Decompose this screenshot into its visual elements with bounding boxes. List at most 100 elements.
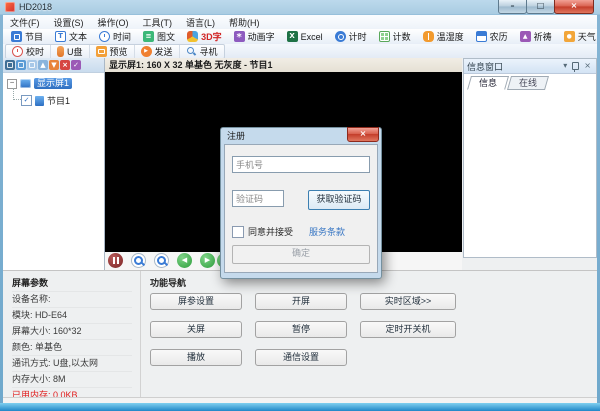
toolbar-item-excel[interactable]: Excel [281, 30, 329, 43]
screen-tree-panel: ▲ ▼ × ✓ − 显示屏1 ✓ 节目1 [3, 58, 105, 270]
collapse-icon[interactable]: − [7, 78, 17, 89]
next-button[interactable]: ▶ [200, 253, 215, 268]
toolbar-item-usb[interactable]: U盘 [51, 44, 90, 58]
calendar-icon [475, 31, 487, 42]
screen-off-button[interactable]: 关屏 [150, 321, 242, 338]
clock-icon [99, 31, 111, 42]
register-dialog-title: 注册 [227, 131, 246, 141]
secondary-toolbar-group: 校时 U盘 预览 发送 寻机 [5, 43, 225, 59]
move-up-icon[interactable]: ▲ [38, 60, 48, 70]
delete-icon[interactable]: × [60, 60, 70, 70]
add-screen-icon[interactable] [5, 60, 15, 70]
ok-button[interactable]: 确定 [232, 245, 370, 264]
phone-number-input[interactable] [232, 156, 370, 173]
scheduled-onoff-button[interactable]: 定时开关机 [360, 321, 456, 338]
screen-settings-button[interactable]: 屏参设置 [150, 293, 242, 310]
menu-operate[interactable]: 操作(O) [91, 16, 136, 29]
graphic-text-icon [143, 31, 155, 42]
zoom-in-button[interactable] [131, 253, 146, 268]
counter-grid-icon [378, 31, 390, 42]
toolbar-item-preview[interactable]: 预览 [90, 44, 135, 58]
toolbar-item-program[interactable]: 节目 [5, 30, 49, 43]
app-logo-icon [5, 2, 15, 12]
close-button[interactable]: × [554, 0, 594, 14]
param-screen-size: 屏幕大小: 160*32 [12, 324, 132, 340]
pause-nav-button[interactable]: 暂停 [255, 321, 347, 338]
animated-text-icon [233, 31, 245, 42]
comm-settings-button[interactable]: 通信设置 [255, 349, 347, 366]
function-nav-grid: 屏参设置 开屏 实时区域>> 关屏 暂停 定时开关机 播放 通信设置 [150, 293, 597, 366]
get-code-button[interactable]: 获取验证码 [308, 190, 370, 210]
info-window-panel: 信息窗口 ▾ × 信息 在线 [463, 58, 597, 270]
copy-icon[interactable] [16, 60, 26, 70]
param-memory-size: 内存大小: 8M [12, 372, 132, 388]
toolbar-item-lunar[interactable]: 农历 [470, 30, 514, 43]
toolbar-item-temperature[interactable]: 温湿度 [417, 30, 470, 43]
weather-icon [563, 31, 575, 42]
toolbar-item-graphictext[interactable]: 图文 [137, 30, 181, 43]
program-doc-icon [35, 95, 44, 106]
info-close-icon[interactable]: × [582, 60, 593, 72]
toolbar-item-animtext[interactable]: 动画字 [228, 30, 281, 43]
zoom-out-button[interactable] [154, 253, 169, 268]
send-arrow-icon [140, 45, 152, 57]
toolbar-item-counter[interactable]: 计数 [373, 30, 417, 43]
dialog-close-button[interactable]: × [347, 127, 379, 142]
secondary-toolbar: 校时 U盘 预览 发送 寻机 [3, 43, 597, 59]
program-label: 节目1 [47, 96, 71, 106]
move-down-icon[interactable]: ▼ [49, 60, 59, 70]
thermometer-icon [422, 31, 434, 42]
menu-tools[interactable]: 工具(T) [136, 16, 180, 29]
toolbar-item-time[interactable]: 时间 [93, 30, 137, 43]
title-bar: HD2018 – □ × [0, 0, 600, 15]
monitor-icon [20, 79, 31, 88]
bottom-section: 屏幕参数 设备名称: 模块: HD-E64 屏幕大小: 160*32 颜色: 单… [3, 270, 597, 400]
tab-online[interactable]: 在线 [507, 76, 550, 90]
select-all-icon[interactable]: ✓ [71, 60, 81, 70]
toolbar-item-weather[interactable]: 天气 [558, 30, 600, 43]
toolbar-item-prayer[interactable]: 祈祷 [514, 30, 558, 43]
pause-button[interactable] [108, 253, 123, 268]
chevron-down-icon[interactable]: ▾ [561, 60, 569, 72]
toolbar-item-3dtext[interactable]: 3D字 [181, 30, 228, 43]
maximize-button[interactable]: □ [526, 0, 555, 14]
usb-drive-icon [57, 45, 65, 57]
minimize-button[interactable]: – [498, 0, 527, 14]
stopwatch-icon [334, 31, 346, 42]
info-window: 信息窗口 ▾ × 信息 在线 [463, 58, 597, 258]
screen-on-button[interactable]: 开屏 [255, 293, 347, 310]
toolbar-item-synctime[interactable]: 校时 [6, 44, 52, 58]
display-header: 显示屏1: 160 X 32 单基色 无灰度 - 节目1 [105, 58, 462, 73]
tree-item-screen[interactable]: − 显示屏1 [7, 78, 104, 89]
toolbar-item-text[interactable]: 文本 [49, 30, 93, 43]
menu-settings[interactable]: 设置(S) [47, 16, 91, 29]
menu-file[interactable]: 文件(F) [3, 16, 47, 29]
search-icon [186, 46, 197, 57]
info-window-titlebar: 信息窗口 ▾ × [464, 59, 596, 74]
window-title: HD2018 [19, 2, 53, 12]
menu-bar: 文件(F) 设置(S) 操作(O) 工具(T) 语言(L) 帮助(H) [3, 15, 597, 30]
toolbar-item-countdown[interactable]: 计时 [329, 30, 373, 43]
register-dialog-titlebar: 注册 × [224, 127, 379, 144]
info-window-title: 信息窗口 [467, 61, 504, 72]
pin-icon[interactable] [572, 62, 580, 72]
main-toolbar: 节目 文本 时间 图文 3D字 动画字 Excel 计时 计数 温湿度 农历 祈… [3, 29, 597, 45]
program-checkbox[interactable]: ✓ [21, 95, 32, 106]
sync-clock-icon [12, 45, 23, 57]
app-window: HD2018 – □ × 文件(F) 设置(S) 操作(O) 工具(T) 语言(… [0, 0, 600, 411]
toolbar-item-send[interactable]: 发送 [135, 44, 180, 58]
terms-link[interactable]: 服务条款 [309, 225, 345, 238]
verification-code-input[interactable] [232, 190, 284, 207]
tab-info[interactable]: 信息 [466, 76, 510, 90]
register-dialog-body: 获取验证码 同意并接受 服务条款 确定 [224, 144, 378, 273]
menu-help[interactable]: 帮助(H) [222, 16, 267, 29]
play-nav-button[interactable]: 播放 [150, 349, 242, 366]
previous-button[interactable]: ◀ [177, 253, 192, 268]
tree-item-program[interactable]: ✓ 节目1 [13, 88, 104, 107]
realtime-area-button[interactable]: 实时区域>> [360, 293, 456, 310]
agree-checkbox[interactable] [232, 225, 244, 238]
paste-icon[interactable] [27, 60, 37, 70]
window-frame-bottom [0, 403, 600, 411]
menu-language[interactable]: 语言(L) [179, 16, 222, 29]
toolbar-item-finddevice[interactable]: 寻机 [180, 45, 224, 58]
